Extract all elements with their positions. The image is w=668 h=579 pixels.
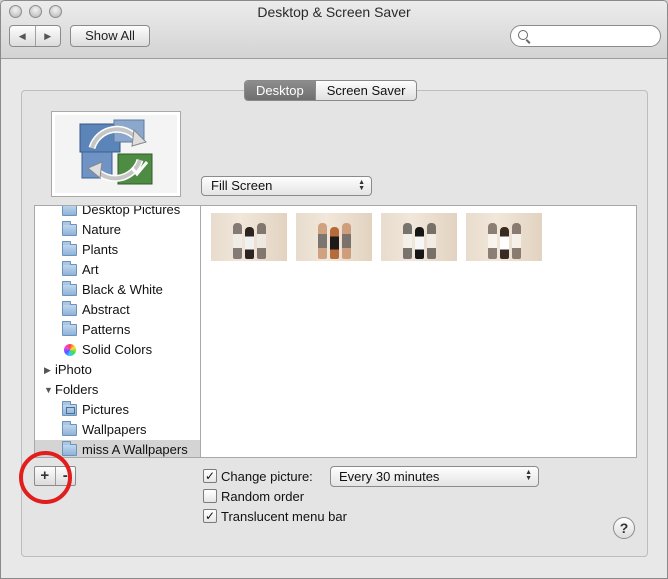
person-figure	[488, 223, 497, 259]
folder-icon	[62, 241, 77, 256]
sidebar-item-label: iPhoto	[55, 362, 92, 377]
sidebar-item-iphoto[interactable]: ▶ iPhoto	[35, 360, 200, 380]
up-down-arrows-icon: ▲ ▼	[525, 469, 532, 482]
person-figure	[427, 223, 436, 259]
current-desktop-preview	[51, 111, 181, 197]
show-all-button[interactable]: Show All	[70, 25, 150, 47]
person-figure	[415, 227, 424, 259]
person-figure	[500, 227, 509, 259]
folder-icon	[62, 321, 77, 336]
person-figure	[245, 227, 254, 259]
highlight-annotation-circle	[19, 451, 72, 504]
translucent-menu-bar-checkbox[interactable]: ✓	[203, 509, 217, 523]
person-figure	[512, 223, 521, 259]
change-picture-checkbox[interactable]: ✓	[203, 469, 217, 483]
person-figure	[330, 227, 339, 259]
pictures-folder-icon	[62, 401, 77, 416]
up-down-arrows-icon: ▲ ▼	[358, 179, 365, 192]
checkmark-icon: ✓	[204, 509, 216, 523]
tab-desktop[interactable]: Desktop	[245, 81, 315, 100]
person-figure	[403, 223, 412, 259]
sidebar-item-label: Plants	[82, 242, 119, 257]
rotating-pictures-icon	[79, 119, 153, 185]
folder-icon	[62, 221, 77, 236]
person-figure	[318, 223, 327, 259]
change-interval-select[interactable]: Every 30 minutes ▲ ▼	[330, 466, 539, 487]
folder-icon	[62, 281, 77, 296]
random-order-label: Random order	[221, 489, 305, 504]
search-input[interactable]	[533, 28, 657, 44]
sidebar-item-label: Pictures	[82, 402, 129, 417]
sidebar-item-label: Nature	[82, 222, 122, 237]
sidebar-item-label: Folders	[55, 382, 99, 397]
sidebar-item-patterns[interactable]: Patterns	[35, 320, 200, 340]
title-bar: Desktop & Screen Saver ◀ ▶ Show All	[1, 1, 667, 59]
folder-icon	[62, 421, 77, 436]
sidebar-item-desktop-pictures[interactable]: Desktop Pictures	[35, 205, 200, 220]
change-interval-value: Every 30 minutes	[339, 469, 440, 484]
sidebar-item-art[interactable]: Art	[35, 260, 200, 280]
sidebar-item-plants[interactable]: Plants	[35, 240, 200, 260]
tab-bar: Desktop Screen Saver	[244, 80, 418, 101]
back-button[interactable]: ◀	[10, 26, 35, 46]
sidebar-item-label: Abstract	[82, 302, 130, 317]
sidebar-item-label: Black & White	[82, 282, 163, 297]
random-order-checkbox[interactable]	[203, 489, 217, 503]
change-picture-label: Change picture:	[221, 469, 313, 484]
sidebar-item-abstract[interactable]: Abstract	[35, 300, 200, 320]
wallpaper-thumbnail[interactable]	[466, 213, 542, 261]
search-icon	[518, 30, 528, 40]
back-forward-control: ◀ ▶	[9, 25, 61, 47]
sidebar-item-pictures[interactable]: Pictures	[35, 400, 200, 420]
folder-icon	[62, 206, 77, 216]
forward-arrow-icon: ▶	[44, 30, 52, 41]
sidebar-item-label: miss A Wallpapers	[82, 442, 188, 457]
fill-mode-value: Fill Screen	[211, 178, 273, 193]
back-arrow-icon: ◀	[18, 30, 26, 41]
tab-screen-saver[interactable]: Screen Saver	[314, 81, 417, 100]
help-button[interactable]: ?	[613, 517, 635, 539]
person-figure	[342, 223, 351, 259]
sidebar-item-folders[interactable]: ▼ Folders	[35, 380, 200, 400]
sidebar-item-solid-colors[interactable]: Solid Colors	[35, 340, 200, 360]
forward-button[interactable]: ▶	[34, 26, 61, 46]
sidebar-item-label: Patterns	[82, 322, 131, 337]
sidebar-item-wallpapers[interactable]: Wallpapers	[35, 420, 200, 440]
disclosure-expanded-icon[interactable]: ▼	[44, 380, 53, 400]
checkmark-icon: ✓	[204, 469, 216, 483]
wallpaper-thumbnail[interactable]	[296, 213, 372, 261]
disclosure-collapsed-icon[interactable]: ▶	[44, 360, 51, 380]
folder-icon	[62, 301, 77, 316]
wallpaper-thumbnail[interactable]	[381, 213, 457, 261]
sidebar-item-black-white[interactable]: Black & White	[35, 280, 200, 300]
fill-mode-select[interactable]: Fill Screen ▲ ▼	[201, 176, 372, 196]
person-figure	[233, 223, 242, 259]
wallpaper-thumbnail[interactable]	[211, 213, 287, 261]
folder-icon	[62, 441, 77, 456]
sidebar-item-label: Solid Colors	[82, 342, 153, 357]
person-figure	[257, 223, 266, 259]
preferences-window: Desktop & Screen Saver ◀ ▶ Show All Desk…	[0, 0, 668, 579]
search-field[interactable]	[510, 25, 661, 47]
image-grid[interactable]	[201, 205, 637, 458]
sidebar-item-label: Desktop Pictures	[82, 205, 181, 217]
sidebar-item-label: Wallpapers	[82, 422, 147, 437]
translucent-menu-bar-label: Translucent menu bar	[221, 509, 347, 524]
window-title: Desktop & Screen Saver	[257, 4, 411, 20]
folder-icon	[62, 261, 77, 276]
source-list[interactable]: Desktop Pictures Nature Plants Art Black & W…	[34, 205, 201, 458]
sidebar-item-label: Art	[82, 262, 99, 277]
sidebar-item-nature[interactable]: Nature	[35, 220, 200, 240]
color-wheel-icon	[64, 344, 76, 356]
